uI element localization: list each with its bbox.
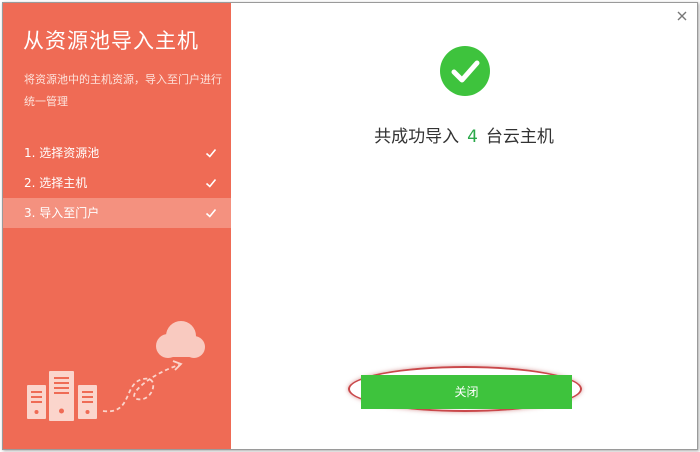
dialog-title: 从资源池导入主机 xyxy=(23,29,199,53)
step-select-pool[interactable]: 1. 选择资源池 xyxy=(3,138,231,168)
result-prefix: 共成功导入 xyxy=(374,127,460,147)
checkmark-icon xyxy=(205,178,217,188)
wizard-steps: 1. 选择资源池 2. 选择主机 3. 导入至门户 xyxy=(3,138,231,228)
wizard-content: 共成功导入 4 台云主机 关闭 xyxy=(231,3,697,449)
imported-count: 4 xyxy=(467,127,478,147)
close-icon[interactable] xyxy=(675,9,689,23)
check-circle-icon xyxy=(440,46,490,96)
step-select-host[interactable]: 2. 选择主机 xyxy=(3,168,231,198)
import-result-text: 共成功导入 4 台云主机 xyxy=(231,123,697,151)
cloud-icon xyxy=(156,321,205,358)
server-cloud-illustration xyxy=(27,321,205,421)
checkmark-icon xyxy=(205,208,217,218)
step-label: 1. 选择资源池 xyxy=(24,146,100,160)
step-label: 3. 导入至门户 xyxy=(24,206,100,220)
step-label: 2. 选择主机 xyxy=(24,176,88,190)
checkmark-icon xyxy=(205,148,217,158)
dialog-description: 将资源池中的主机资源，导入至门户进行统一管理 xyxy=(24,73,222,108)
wizard-sidebar: 从资源池导入主机 将资源池中的主机资源，导入至门户进行统一管理 1. 选择资源池… xyxy=(3,3,231,449)
import-dialog: 从资源池导入主机 将资源池中的主机资源，导入至门户进行统一管理 1. 选择资源池… xyxy=(2,2,698,450)
step-import-portal[interactable]: 3. 导入至门户 xyxy=(3,198,231,228)
result-suffix: 台云主机 xyxy=(485,127,554,147)
close-button[interactable]: 关闭 xyxy=(361,375,572,409)
